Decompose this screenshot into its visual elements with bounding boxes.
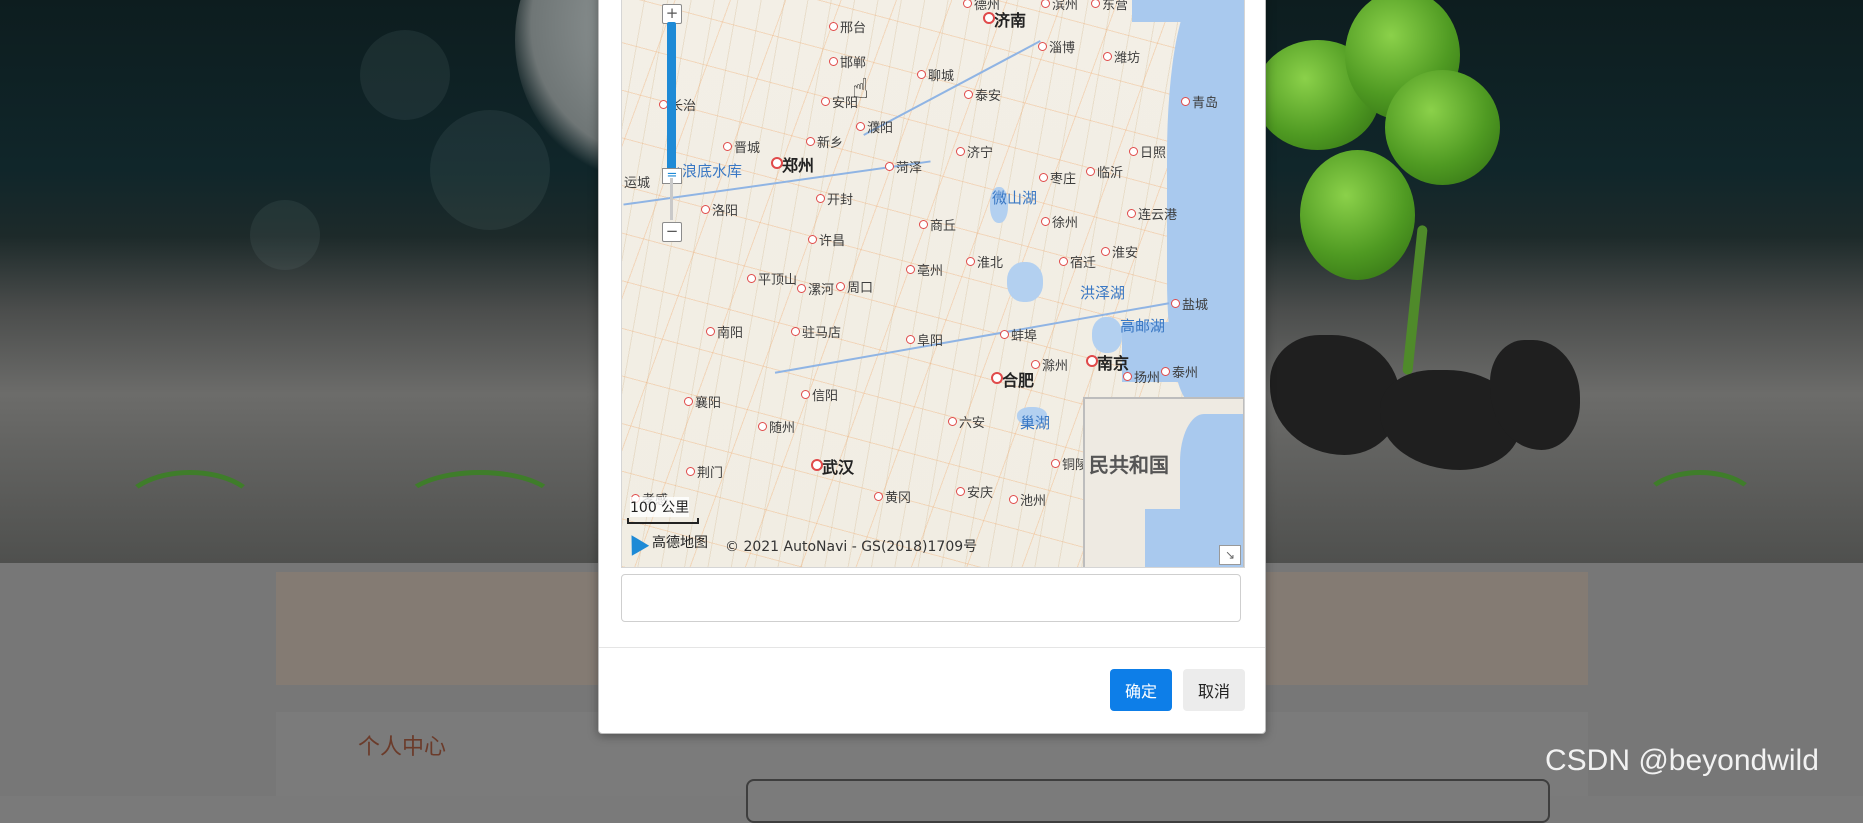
zoom-track[interactable] [670,178,673,220]
city-label: 淄博 [1037,37,1075,56]
city-label: 淮北 [965,252,1003,271]
overview-map[interactable]: 民共和国 ↘ [1083,397,1244,567]
map-logo[interactable]: 高德地图 [622,530,708,556]
vine-decoration [400,470,560,540]
city-label: 蚌埠 [999,325,1037,344]
scale-bar [627,518,699,524]
lake-shape [1007,262,1043,302]
bokeh-decoration [360,30,450,120]
city-label: 晋城 [722,137,760,156]
bokeh-decoration [430,110,550,230]
city-label: 随州 [757,417,795,436]
city-label: 泰安 [963,85,1001,104]
city-label: 菏泽 [884,157,922,176]
city-label: 开封 [815,189,853,208]
cancel-button[interactable]: 取消 [1183,669,1245,711]
city-label: 日照 [1128,142,1166,161]
overview-toggle-icon[interactable]: ↘ [1219,545,1241,565]
city-label: 荆门 [685,462,723,481]
city-label: 商丘 [918,215,956,234]
city-label: 襄阳 [683,392,721,411]
city-label: 漯河 [796,279,834,298]
bokeh-decoration [250,200,320,270]
city-label-major: 南京 [1085,350,1129,374]
map-logo-text: 高德地图 [652,535,708,551]
city-label-major: 武汉 [810,454,854,478]
city-label-major: 合肥 [990,367,1034,391]
city-label: 池州 [1008,490,1046,509]
city-label: 临沂 [1085,162,1123,181]
address-input[interactable] [621,574,1241,622]
city-label: 德州 [962,0,1000,13]
scale-label: 100 公里 [630,497,690,517]
city-label: 济宁 [955,142,993,161]
city-label: 滨州 [1040,0,1078,13]
hand-cursor-icon: ☝ [852,72,870,105]
city-label: 南阳 [705,322,743,341]
vine-decoration [1640,470,1760,540]
map-picker-dialog: 济南 郑州 合肥 南京 武汉 邢台 邯郸 长治 安阳 聊城 泰安 淄博 潍坊 青… [598,0,1266,734]
city-label: 驻马店 [790,322,841,341]
water-label: 巢湖 [1020,414,1051,432]
zoom-out-button[interactable]: − [662,222,682,242]
city-label: 黄冈 [873,487,911,506]
zoom-in-button[interactable]: + [662,4,682,24]
city-label: 淮安 [1100,242,1138,261]
city-label: 平顶山 [746,269,797,288]
city-label: 潍坊 [1102,47,1140,66]
water-label: 洪泽湖 [1080,284,1126,302]
city-label: 连云港 [1126,204,1177,223]
water-label: 高邮湖 [1120,317,1166,335]
water-label: 微山湖 [992,189,1038,207]
overview-label: 民共和国 [1089,453,1169,477]
city-label: 周口 [835,277,873,296]
city-label: 六安 [947,412,985,431]
amap-logo-icon [622,530,650,556]
city-label: 青岛 [1180,92,1218,111]
clover-leaf [1300,150,1415,280]
city-label: 枣庄 [1038,168,1076,187]
city-label: 宿迁 [1058,252,1096,271]
lake-shape [1092,317,1122,353]
city-label: 许昌 [807,230,845,249]
clover-leaf [1385,70,1500,185]
city-label: 运城 [624,172,650,191]
city-label: 东营 [1090,0,1128,13]
city-label: 扬州 [1122,367,1160,386]
city-label: 信阳 [800,385,838,404]
city-label: 濮阳 [855,117,893,136]
city-label: 邯郸 [828,52,866,71]
map-canvas[interactable]: 济南 郑州 合肥 南京 武汉 邢台 邯郸 长治 安阳 聊城 泰安 淄博 潍坊 青… [621,0,1245,568]
zoom-control: + = − [662,0,684,242]
map-copyright: © 2021 AutoNavi - GS(2018)1709号 [725,539,978,555]
city-label: 洛阳 [700,200,738,219]
background-input [746,779,1550,823]
city-label: 泰州 [1160,362,1198,381]
city-label: 新乡 [805,132,843,151]
sea-area [1132,0,1244,22]
watermark: CSDN @beyondwild [1545,744,1819,777]
confirm-button[interactable]: 确定 [1110,669,1172,711]
city-label: 亳州 [905,260,943,279]
vine-decoration [120,470,260,550]
modal-footer-divider [599,647,1265,648]
city-label-major: 郑州 [770,152,814,176]
city-label: 盐城 [1170,294,1208,313]
city-label: 滁州 [1030,355,1068,374]
city-label: 阜阳 [905,330,943,349]
city-label: 徐州 [1040,212,1078,231]
city-label: 聊城 [916,65,954,84]
zoom-level-fill [667,22,676,174]
city-label: 安庆 [955,482,993,501]
city-label: 邢台 [828,17,866,36]
rock-decoration [1270,335,1400,455]
section-title: 个人中心 [358,735,447,760]
